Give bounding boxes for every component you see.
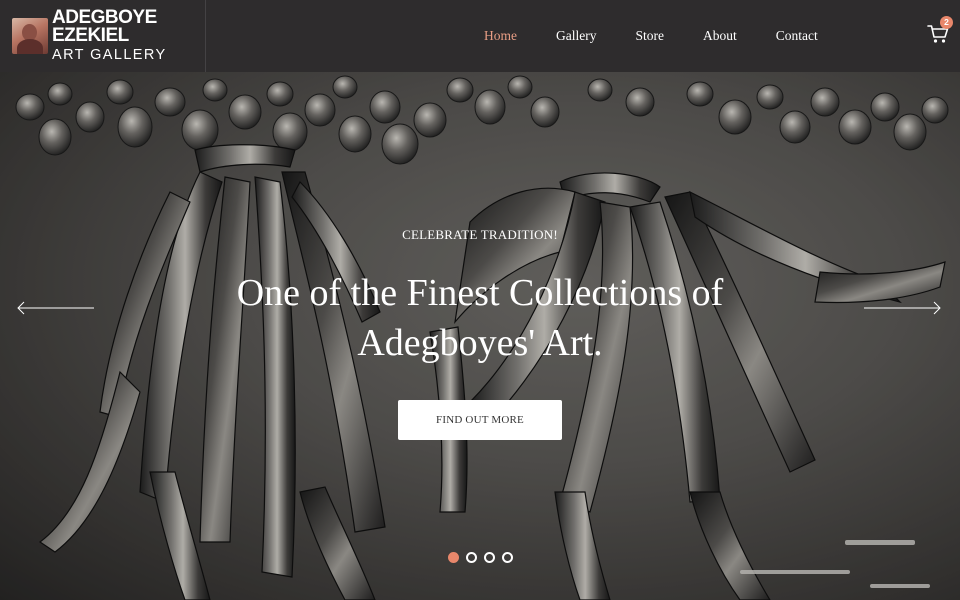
slider-dot-3[interactable] <box>484 552 495 563</box>
nav-item-about[interactable]: About <box>703 28 737 44</box>
slider-dot-2[interactable] <box>466 552 477 563</box>
slider-prev-arrow[interactable] <box>16 300 96 316</box>
nav-item-gallery[interactable]: Gallery <box>556 28 596 44</box>
nav-item-home[interactable]: Home <box>484 28 517 44</box>
hero-slider: CELEBRATE TRADITION! One of the Finest C… <box>0 72 960 600</box>
find-out-more-button[interactable]: FIND OUT MORE <box>398 400 562 440</box>
nav-item-store[interactable]: Store <box>635 28 664 44</box>
brand-name-line2: EZEKIEL <box>52 24 129 46</box>
brand-wordmark: ADEGBOYE EZEKIEL ART GALLERY <box>52 6 167 64</box>
cart-count-badge: 2 <box>940 16 953 29</box>
nav-item-contact[interactable]: Contact <box>776 28 818 44</box>
slider-dot-1[interactable] <box>448 552 459 563</box>
cart-button[interactable]: 2 <box>927 16 953 46</box>
slider-pagination <box>448 552 520 563</box>
slider-dot-4[interactable] <box>502 552 513 563</box>
slider-next-arrow[interactable] <box>862 300 942 316</box>
brand-tagline: ART GALLERY <box>52 46 167 63</box>
artist-portrait <box>12 18 48 54</box>
main-nav: Home Gallery Store About Contact <box>484 0 857 72</box>
arrow-left-icon <box>17 301 94 315</box>
site-header: ADEGBOYE EZEKIEL ART GALLERY Home Galler… <box>0 0 960 72</box>
hero-kicker: CELEBRATE TRADITION! <box>402 227 558 242</box>
arrow-right-icon <box>864 301 941 315</box>
brand-name-line1: ADEGBOYE <box>52 6 157 28</box>
brand-logo[interactable]: ADEGBOYE EZEKIEL ART GALLERY <box>0 0 206 72</box>
hero-title: One of the Finest Collections of Adegboy… <box>236 272 724 364</box>
